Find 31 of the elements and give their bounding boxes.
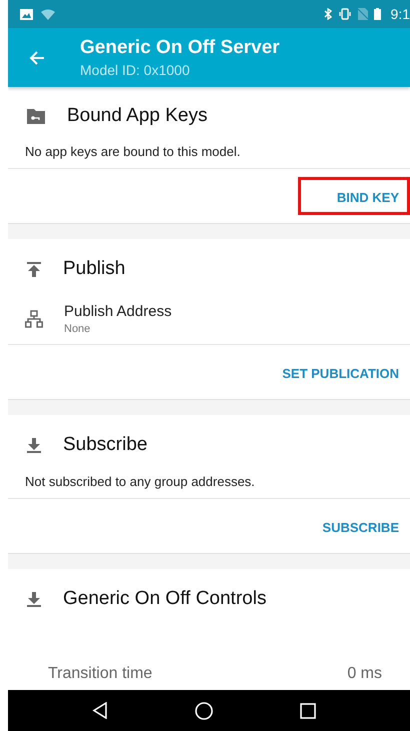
image-icon: [20, 8, 33, 20]
battery-icon: [374, 8, 381, 20]
section-title: Bound App Keys: [67, 105, 208, 127]
empty-message: Not subscribed to any group addresses.: [8, 475, 410, 499]
section-title: Generic On Off Controls: [63, 588, 266, 610]
action-button[interactable]: SUBSCRIBE: [283, 507, 410, 545]
recents-icon[interactable]: [300, 702, 316, 718]
section-title: Publish: [63, 258, 126, 280]
screen-subtitle: Model ID: 0x1000: [80, 62, 191, 78]
download-icon: [27, 592, 41, 606]
network-icon: [25, 310, 43, 328]
wifi-icon: [41, 8, 55, 20]
screen-title: Generic On Off Server: [80, 37, 280, 59]
section-title: Subscribe: [63, 434, 148, 456]
publish-address-label: Publish Address: [64, 303, 172, 320]
empty-message: No app keys are bound to this model.: [8, 145, 410, 169]
no-sim-icon: [358, 8, 368, 20]
bluetooth-icon: [324, 8, 332, 20]
folder-key-icon: [27, 108, 45, 124]
action-button[interactable]: SET PUBLICATION: [243, 353, 410, 391]
status-time: 9:1: [390, 6, 410, 22]
publish-address-value: None: [64, 323, 92, 335]
setting-value: 0 ms: [347, 665, 382, 683]
back-arrow-icon[interactable]: [29, 50, 45, 66]
action-button[interactable]: BIND KEY: [298, 177, 410, 215]
back-icon[interactable]: [92, 702, 108, 719]
home-icon[interactable]: [194, 702, 213, 720]
download-icon: [27, 438, 41, 452]
setting-label: Transition time: [48, 665, 152, 683]
upload-icon: [27, 262, 41, 276]
vibrate-icon: [338, 8, 352, 20]
